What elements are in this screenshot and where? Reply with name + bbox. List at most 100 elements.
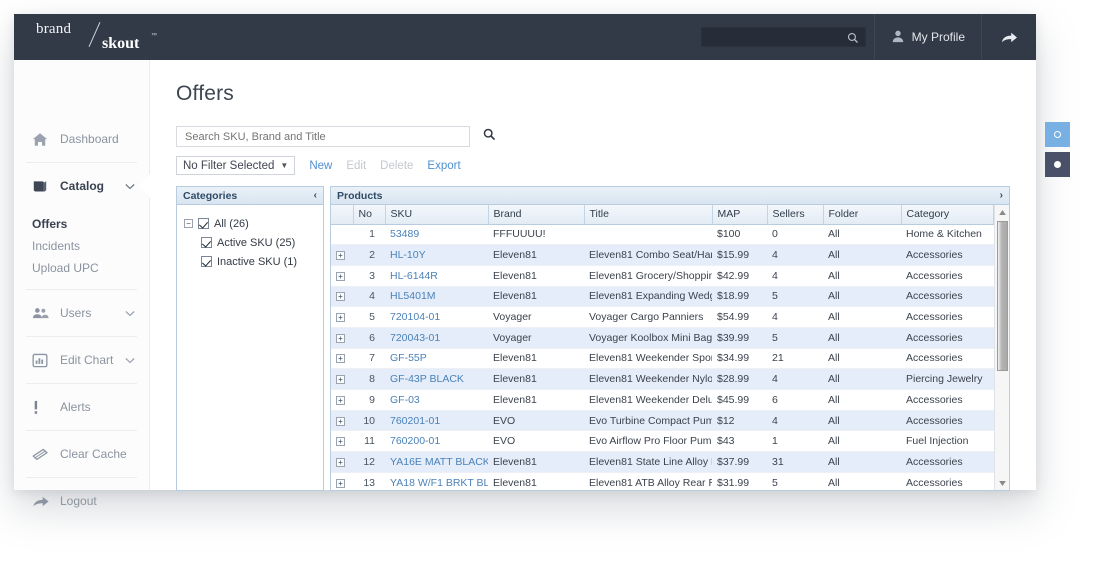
cell-sku[interactable]: GF-55P bbox=[385, 348, 488, 370]
sku-link[interactable]: GF-03 bbox=[390, 394, 420, 406]
tree-item-inactive-sku[interactable]: Inactive SKU (1) bbox=[184, 252, 316, 271]
table-row[interactable]: +3 HL-6144R Eleven81 Eleven81 Grocery/Shopp… bbox=[331, 265, 994, 287]
products-scrollbar[interactable] bbox=[994, 205, 1009, 490]
table-row[interactable]: +13 YA18 W/F1 BRKT BLK Eleven81 Eleven81 AT… bbox=[331, 472, 994, 490]
cell-sku[interactable]: 720104-01 bbox=[385, 306, 488, 328]
table-row[interactable]: +11 760200-01 EVO Evo Airflow Pro Floor Pum… bbox=[331, 430, 994, 453]
share-arrow-icon[interactable] bbox=[982, 14, 1036, 60]
table-row[interactable]: +10 760201-01 EVO Evo Turbine Compact Pump $… bbox=[331, 410, 994, 432]
table-row[interactable]: +9 GF-03 Eleven81Eleven81 Weekender Deluxe… bbox=[331, 389, 994, 411]
tree-item-all[interactable]: − All (26) bbox=[184, 214, 316, 233]
search-input[interactable] bbox=[176, 126, 470, 147]
search-icon[interactable] bbox=[483, 128, 496, 146]
sidebar-item-clear-cache[interactable]: Clear Cache bbox=[14, 431, 149, 477]
table-row[interactable]: +5 720104-01 Voyager Voyager Cargo Panniers… bbox=[331, 306, 994, 328]
sku-link[interactable]: 720043-01 bbox=[390, 332, 440, 344]
cell-sku[interactable]: GF-03 bbox=[385, 389, 488, 411]
row-expand-icon[interactable]: + bbox=[336, 457, 345, 467]
col-category[interactable]: Category bbox=[901, 205, 994, 225]
table-row[interactable]: +12 YA16E MATT BLACK Eleven81 Eleven81 Stat… bbox=[331, 451, 994, 473]
tree-checkbox[interactable] bbox=[201, 237, 212, 248]
side-button-primary[interactable] bbox=[1045, 122, 1070, 147]
sidebar-item-edit-chart[interactable]: Edit Chart bbox=[14, 337, 149, 383]
sku-link[interactable]: HL-10Y bbox=[390, 249, 426, 261]
col-sku[interactable]: SKU bbox=[385, 205, 489, 225]
sidebar-item-alerts[interactable]: Alerts bbox=[14, 384, 149, 430]
global-search-input[interactable] bbox=[701, 29, 865, 47]
tree-toggle-icon[interactable]: − bbox=[184, 219, 193, 228]
cell-sku[interactable]: YA16E MATT BLACK bbox=[385, 451, 488, 473]
cell-expander[interactable]: + bbox=[331, 430, 353, 453]
row-expand-icon[interactable]: + bbox=[336, 313, 345, 323]
row-expand-icon[interactable]: + bbox=[336, 333, 345, 343]
table-row[interactable]: +8 GF-43P BLACK Eleven81 Eleven81 Weekender… bbox=[331, 368, 994, 390]
col-title[interactable]: Title bbox=[584, 205, 713, 225]
row-expand-icon[interactable]: + bbox=[336, 395, 345, 405]
table-row[interactable]: +4 HL5401M Eleven81Eleven81 Expanding Wedg… bbox=[331, 286, 994, 308]
export-button[interactable]: Export bbox=[427, 160, 460, 172]
sidebar-item-offers[interactable]: Offers bbox=[32, 213, 149, 235]
row-expand-icon[interactable]: + bbox=[336, 416, 345, 426]
row-expand-icon[interactable]: + bbox=[336, 375, 345, 385]
col-brand[interactable]: Brand bbox=[488, 205, 585, 225]
scrollbar-thumb[interactable] bbox=[996, 221, 1008, 371]
table-row[interactable]: +6 720043-01 Voyager Voyager Koolbox Mini B… bbox=[331, 327, 994, 349]
new-button[interactable]: New bbox=[309, 160, 332, 172]
table-row[interactable]: +7 GF-55P Eleven81Eleven81 Weekender Sport… bbox=[331, 348, 994, 370]
sku-link[interactable]: YA18 W/F1 BRKT BLK bbox=[390, 477, 488, 489]
col-folder[interactable]: Folder bbox=[823, 205, 902, 225]
cell-sku[interactable]: 760200-01 bbox=[385, 430, 488, 453]
col-map[interactable]: MAP bbox=[712, 205, 768, 225]
cell-expander[interactable]: + bbox=[331, 451, 353, 473]
cell-sku[interactable]: YA18 W/F1 BRKT BLK bbox=[385, 472, 488, 490]
sku-link[interactable]: 53489 bbox=[390, 228, 419, 240]
sku-link[interactable]: HL-6144R bbox=[390, 270, 438, 282]
sku-link[interactable]: YA16E MATT BLACK bbox=[390, 456, 488, 468]
sidebar-item-incidents[interactable]: Incidents bbox=[32, 235, 149, 257]
row-expand-icon[interactable]: + bbox=[336, 437, 345, 447]
sku-link[interactable]: HL5401M bbox=[390, 290, 436, 302]
cell-sku[interactable]: 760201-01 bbox=[385, 410, 488, 432]
my-profile-button[interactable]: My Profile bbox=[875, 14, 981, 60]
cell-expander[interactable] bbox=[331, 224, 353, 246]
cell-expander[interactable]: + bbox=[331, 389, 353, 411]
filter-select[interactable]: No Filter Selected ▼ bbox=[176, 156, 296, 175]
cell-expander[interactable]: + bbox=[331, 410, 353, 432]
cell-sku[interactable]: HL-6144R bbox=[385, 265, 488, 287]
tree-item-active-sku[interactable]: Active SKU (25) bbox=[184, 233, 316, 252]
cell-expander[interactable]: + bbox=[331, 265, 353, 287]
sku-link[interactable]: GF-55P bbox=[390, 352, 427, 364]
cell-sku[interactable]: GF-43P BLACK bbox=[385, 368, 488, 390]
col-no[interactable]: No bbox=[353, 205, 386, 225]
row-expand-icon[interactable]: + bbox=[336, 271, 345, 281]
scroll-up-button[interactable] bbox=[995, 205, 1010, 219]
sku-link[interactable]: 760200-01 bbox=[390, 435, 440, 447]
cell-expander[interactable]: + bbox=[331, 244, 353, 266]
col-sellers[interactable]: Sellers bbox=[767, 205, 824, 225]
cell-sku[interactable]: HL-10Y bbox=[385, 244, 488, 266]
row-expand-icon[interactable]: + bbox=[336, 478, 345, 488]
sidebar-item-dashboard[interactable]: Dashboard bbox=[14, 116, 149, 162]
sku-link[interactable]: GF-43P BLACK bbox=[390, 373, 464, 385]
row-expand-icon[interactable]: + bbox=[336, 292, 345, 302]
sidebar-item-users[interactable]: Users bbox=[14, 290, 149, 336]
cell-expander[interactable]: + bbox=[331, 348, 353, 370]
sidebar-item-logout[interactable]: Logout bbox=[14, 478, 149, 524]
cell-sku[interactable]: 53489 bbox=[385, 224, 488, 246]
cell-expander[interactable]: + bbox=[331, 327, 353, 349]
tree-checkbox[interactable] bbox=[201, 256, 212, 267]
scroll-down-button[interactable] bbox=[995, 476, 1010, 490]
row-expand-icon[interactable]: + bbox=[336, 251, 345, 261]
search-icon[interactable] bbox=[847, 31, 859, 49]
collapse-categories-icon[interactable]: ‹ bbox=[314, 190, 317, 201]
table-row[interactable]: +2 HL-10Y Eleven81Eleven81 Combo Seat/Hand… bbox=[331, 244, 994, 266]
table-row[interactable]: 1 53489 FFFUUUU! $100 0 All Home & Kitchen bbox=[331, 224, 994, 246]
sku-link[interactable]: 720104-01 bbox=[390, 311, 440, 323]
app-logo[interactable]: brand skout ™ bbox=[14, 14, 184, 60]
cell-sku[interactable]: HL5401M bbox=[385, 286, 488, 308]
scrollbar-track[interactable] bbox=[995, 219, 1010, 476]
sidebar-item-upload-upc[interactable]: Upload UPC bbox=[32, 257, 149, 279]
cell-expander[interactable]: + bbox=[331, 306, 353, 328]
tree-checkbox[interactable] bbox=[198, 218, 209, 229]
sidebar-item-catalog[interactable]: Catalog bbox=[14, 163, 150, 209]
